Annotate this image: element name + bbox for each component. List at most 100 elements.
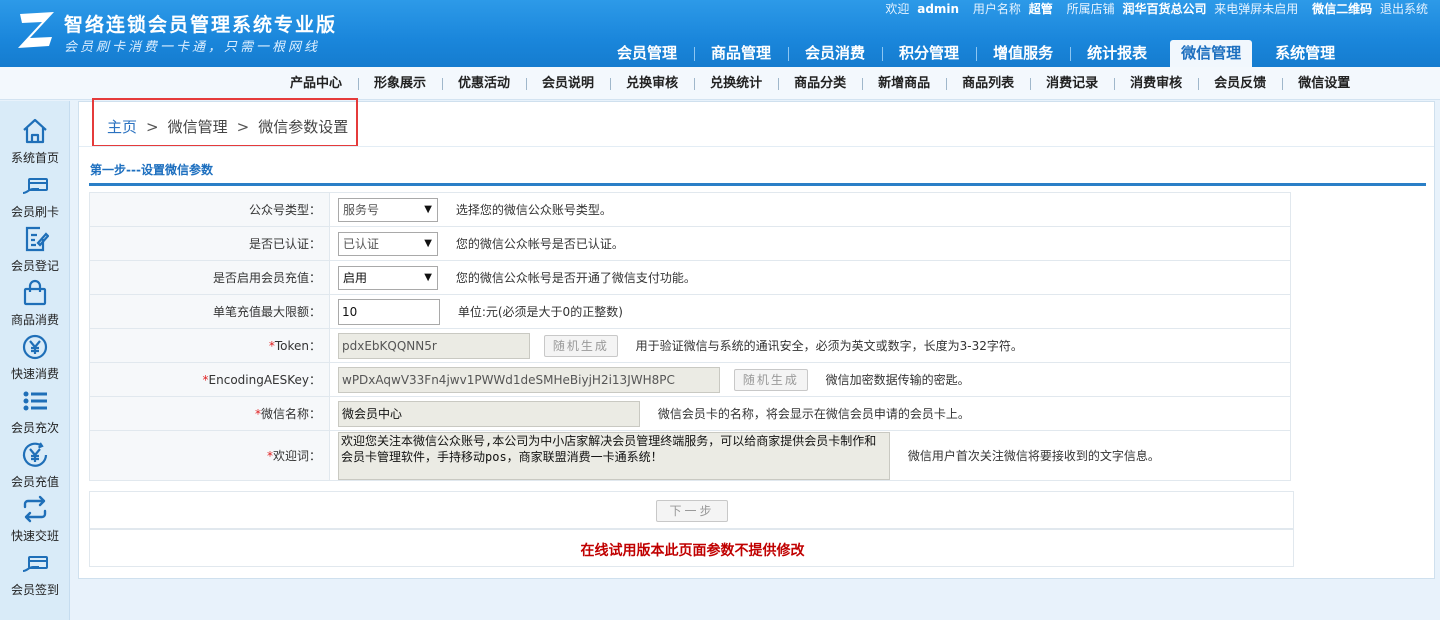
shopping-bag-icon — [23, 279, 47, 306]
dropdown-arrow-icon: ▼ — [424, 237, 432, 249]
step-divider — [89, 183, 1426, 186]
nav-member-management[interactable]: 会员管理 — [600, 40, 694, 67]
max-recharge-label: 单笔充值最大限额： — [89, 294, 330, 329]
nav-member-consumption[interactable]: 会员消费 — [788, 40, 882, 67]
max-recharge-input[interactable]: 10 — [338, 298, 440, 325]
logo-z-icon — [18, 12, 54, 48]
sidebar-item-product-consume[interactable]: 商品消费 — [0, 269, 70, 327]
token-label: Token： — [274, 339, 321, 353]
wechat-qr-link[interactable]: 微信二维码 — [1312, 2, 1372, 16]
subnav-consumption-records[interactable]: 消费记录 — [1030, 67, 1114, 100]
sidebar-item-home[interactable]: 系统首页 — [0, 107, 70, 165]
breadcrumb-separator: > — [236, 118, 250, 136]
user-info-bar: 欢迎 admin 用户名称 超管 所属店铺 润华百货总公司 来电弹屏未启用 微信… — [881, 0, 1428, 16]
subnav-member-notes[interactable]: 会员说明 — [526, 67, 610, 100]
dropdown-arrow-icon: ▼ — [424, 203, 432, 215]
breadcrumb-separator: > — [146, 118, 159, 136]
form-row-max-recharge: 单笔充值最大限额： 10 单位:元(必须是大于0的正整数) — [89, 294, 1291, 329]
edit-form-icon — [25, 226, 49, 252]
logout-link[interactable]: 退出系统 — [1380, 2, 1428, 16]
welcome-hint: 微信用户首次关注微信将要接收到的文字信息。 — [907, 449, 1160, 463]
sidebar-item-quick-shift[interactable]: 快速交班 — [0, 485, 70, 543]
store-label: 所属店铺 — [1066, 2, 1115, 16]
list-icon — [23, 391, 47, 411]
home-icon — [23, 118, 47, 144]
notice-row: 在线试用版本此页面参数不提供修改 — [89, 529, 1294, 567]
wechat-name-hint: 微信会员卡的名称，将会显示在微信会员申请的会员卡上。 — [657, 407, 970, 421]
token-generate-button[interactable]: 随机生成 — [543, 334, 618, 357]
recharge-enabled-value: 启用 — [343, 270, 368, 285]
subnav-consumption-review[interactable]: 消费审核 — [1114, 67, 1198, 100]
user-role: 超管 — [1028, 2, 1053, 16]
verified-select[interactable]: 已认证 ▼ — [338, 231, 438, 256]
breadcrumb-wechat: 微信管理 — [167, 118, 228, 136]
breadcrumb: 主页 > 微信管理 > 微信参数设置 — [107, 116, 348, 137]
form-row-recharge-enabled: 是否启用会员充值： 启用 ▼ 您的微信公众帐号是否开通了微信支付功能。 — [89, 260, 1291, 295]
account-type-select[interactable]: 服务号 ▼ — [338, 197, 438, 222]
next-step-button[interactable]: 下一步 — [656, 500, 728, 522]
sidebar-item-member-checkin[interactable]: 会员签到 — [0, 539, 70, 597]
next-step-row: 下一步 — [89, 491, 1294, 529]
top-header: 智络连锁会员管理系统专业版 会员刷卡消费一卡通，只需一根网线 欢迎 admin … — [0, 0, 1440, 67]
wechat-name-input[interactable]: 微会员中心 — [338, 400, 640, 427]
call-popup-status[interactable]: 来电弹屏未启用 — [1214, 2, 1298, 16]
sidebar: 系统首页 会员刷卡 会员登记 商品消费 快速消费 会员充次 会员充值 快速交班 … — [0, 101, 70, 620]
verified-hint: 您的微信公众帐号是否已认证。 — [455, 237, 624, 251]
card-checkin-icon — [22, 556, 48, 572]
subnav-image-display[interactable]: 形象展示 — [358, 67, 442, 100]
subnav-exchange-review[interactable]: 兑换审核 — [610, 67, 694, 100]
sidebar-item-member-recharge[interactable]: 会员充值 — [0, 431, 70, 489]
app-title: 智络连锁会员管理系统专业版 — [64, 14, 338, 36]
form-row-welcome: *欢迎词： 欢迎您关注本微信公众账号,本公司为中小店家解决会员管理终端服务，可以… — [89, 430, 1291, 481]
nav-wechat-management[interactable]: 微信管理 — [1170, 40, 1253, 67]
subnav-exchange-stats[interactable]: 兑换统计 — [694, 67, 778, 100]
breadcrumb-current: 微信参数设置 — [258, 118, 349, 136]
breadcrumb-home[interactable]: 主页 — [107, 118, 137, 136]
sidebar-label: 会员签到 — [10, 583, 59, 597]
form-row-aes-key: *EncodingAESKey： wPDxAqwV33Fn4jwv1PWWd1d… — [89, 362, 1291, 397]
form-row-token: *Token： pdxEbKQQNN5r 随机生成 用于验证微信与系统的通讯安全… — [89, 328, 1291, 363]
main-content: 主页 > 微信管理 > 微信参数设置 第一步---设置微信参数 公众号类型： 服务号 ▼ … — [78, 98, 1435, 579]
recharge-enabled-select[interactable]: 启用 ▼ — [338, 265, 438, 290]
divider — [79, 146, 1434, 147]
aes-key-input[interactable]: wPDxAqwV33Fn4jwv1PWWd1deSMHeBiyjH2i13JWH… — [338, 366, 720, 393]
subnav-product-category[interactable]: 商品分类 — [778, 67, 862, 100]
form-row-account-type: 公众号类型： 服务号 ▼ 选择您的微信公众账号类型。 — [89, 192, 1291, 227]
aes-key-generate-button[interactable]: 随机生成 — [733, 368, 808, 391]
account-type-label: 公众号类型： — [89, 192, 330, 227]
recharge-enabled-label: 是否启用会员充值： — [89, 260, 330, 295]
swap-arrows-icon — [23, 495, 47, 523]
account-type-hint: 选择您的微信公众账号类型。 — [455, 203, 612, 217]
form-row-wechat-name: *微信名称： 微会员中心 微信会员卡的名称，将会显示在微信会员申请的会员卡上。 — [89, 396, 1291, 431]
username-label: 用户名称 — [972, 2, 1021, 16]
sidebar-item-member-count-recharge[interactable]: 会员充次 — [0, 377, 70, 435]
subnav-product-list[interactable]: 商品列表 — [946, 67, 1030, 100]
recharge-enabled-hint: 您的微信公众帐号是否开通了微信支付功能。 — [455, 271, 696, 285]
trial-notice: 在线试用版本此页面参数不提供修改 — [580, 543, 805, 559]
aes-key-hint: 微信加密数据传输的密匙。 — [825, 373, 970, 387]
welcome-label: 欢迎 — [885, 2, 910, 16]
nav-value-added[interactable]: 增值服务 — [976, 40, 1070, 67]
subnav-member-feedback[interactable]: 会员反馈 — [1198, 67, 1282, 100]
sidebar-item-card-swipe[interactable]: 会员刷卡 — [0, 161, 70, 219]
main-nav: 会员管理 商品管理 会员消费 积分管理 增值服务 统计报表 微信管理 系统管理 — [600, 40, 1352, 67]
subnav-add-product[interactable]: 新增商品 — [862, 67, 946, 100]
token-hint: 用于验证微信与系统的通讯安全，必须为英文或数字，长度为3-32字符。 — [635, 339, 1023, 353]
wechat-name-label: 微信名称： — [260, 407, 321, 421]
account-type-value: 服务号 — [343, 202, 380, 217]
nav-points-management[interactable]: 积分管理 — [882, 40, 976, 67]
nav-system-management[interactable]: 系统管理 — [1258, 40, 1352, 67]
card-swipe-icon — [22, 178, 48, 194]
subnav-product-center[interactable]: 产品中心 — [274, 67, 358, 100]
sidebar-item-quick-consume[interactable]: 快速消费 — [0, 323, 70, 381]
nav-product-management[interactable]: 商品管理 — [694, 40, 788, 67]
subnav-promotions[interactable]: 优惠活动 — [442, 67, 526, 100]
nav-reports[interactable]: 统计报表 — [1070, 40, 1164, 67]
welcome-textarea[interactable]: 欢迎您关注本微信公众账号,本公司为中小店家解决会员管理终端服务，可以给商家提供会… — [338, 431, 890, 480]
subnav-wechat-settings[interactable]: 微信设置 — [1282, 67, 1366, 100]
app-slogan: 会员刷卡消费一卡通，只需一根网线 — [64, 40, 321, 55]
sidebar-item-register[interactable]: 会员登记 — [0, 215, 70, 273]
settings-form: 公众号类型： 服务号 ▼ 选择您的微信公众账号类型。 是否已认证： 已认证 ▼ 您的… — [89, 192, 1291, 481]
aes-key-label: EncodingAESKey： — [208, 373, 321, 387]
token-input[interactable]: pdxEbKQQNN5r — [338, 332, 530, 359]
